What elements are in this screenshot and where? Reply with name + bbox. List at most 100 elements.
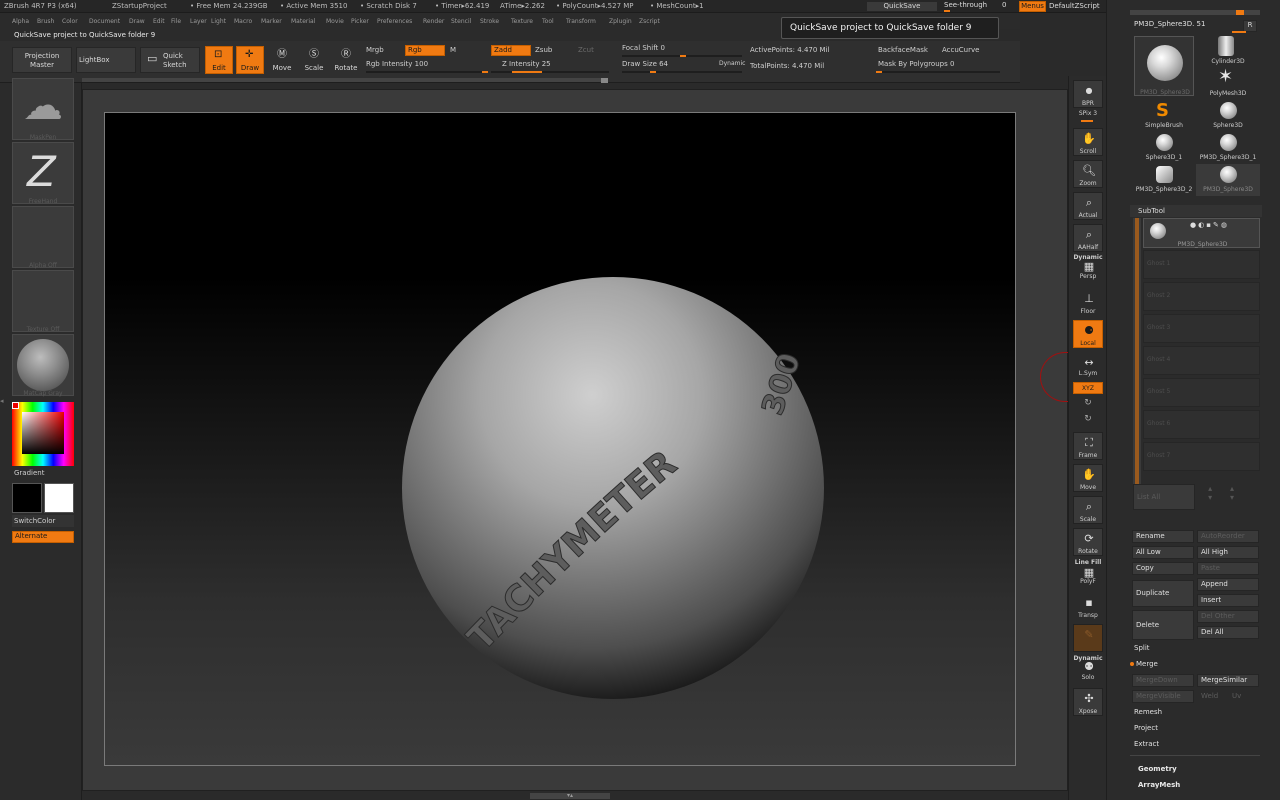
color-picker[interactable] — [12, 402, 74, 466]
zsub-button[interactable]: Zsub — [535, 46, 552, 54]
lightbox-button[interactable]: LightBox — [76, 47, 136, 73]
menu-tool[interactable]: Tool — [542, 18, 554, 25]
menu-movie[interactable]: Movie — [326, 18, 344, 25]
tool-tile-simplebrush[interactable]: S SimpleBrush — [1132, 100, 1196, 132]
draw-button[interactable]: ✛ Draw — [236, 46, 264, 74]
uv-button[interactable]: Uv — [1228, 690, 1258, 703]
all-high-button[interactable]: All High — [1197, 546, 1259, 559]
frame-button[interactable]: ⛶ Frame — [1073, 432, 1103, 460]
bottom-collapse-icon[interactable]: ▾▴ — [530, 793, 610, 799]
solo-button[interactable]: ⚉ Solo — [1073, 660, 1103, 682]
menu-macro[interactable]: Macro — [234, 18, 252, 25]
tool-tile-sphere3d-1[interactable]: Sphere3D_1 — [1132, 132, 1196, 164]
main-color-swatch[interactable] — [12, 483, 42, 513]
menu-material[interactable]: Material — [291, 18, 315, 25]
edit-button[interactable]: ⊡ Edit — [205, 46, 233, 74]
subtool-slot[interactable]: Ghost 6 — [1143, 410, 1260, 439]
project-button[interactable]: Project — [1130, 722, 1260, 735]
extract-button[interactable]: Extract — [1130, 738, 1260, 751]
rotate-z-icon[interactable]: ↻ — [1069, 414, 1107, 424]
z-intensity-slider[interactable]: Z Intensity 25 — [502, 60, 551, 68]
subtool-slot[interactable]: Ghost 2 — [1143, 282, 1260, 311]
paste-button[interactable]: Paste — [1197, 562, 1259, 575]
menu-document[interactable]: Document — [89, 18, 120, 25]
spix-slider[interactable]: SPix 3 — [1069, 110, 1107, 117]
quicksave-button[interactable]: QuickSave — [866, 1, 938, 12]
zcut-button[interactable]: Zcut — [578, 46, 594, 54]
del-all-button[interactable]: Del All — [1197, 626, 1259, 639]
rgb-intensity-slider[interactable]: Rgb Intensity 100 — [366, 60, 428, 68]
floor-button[interactable]: ⊥ Floor — [1073, 288, 1103, 316]
subtool-slot[interactable]: Ghost 1 — [1143, 250, 1260, 279]
menu-draw[interactable]: Draw — [129, 18, 145, 25]
color-square[interactable] — [22, 412, 64, 454]
zadd-button[interactable]: Zadd — [491, 45, 531, 56]
geometry-section[interactable]: Geometry — [1138, 765, 1177, 773]
rgb-button[interactable]: Rgb — [405, 45, 445, 56]
scroll-button[interactable]: ✋ Scroll — [1073, 128, 1103, 156]
mask-by-polygroups-slider[interactable]: Mask By Polygroups 0 — [878, 60, 954, 68]
alpha-selector[interactable] — [12, 206, 74, 268]
all-low-button[interactable]: All Low — [1132, 546, 1194, 559]
aahalf-button[interactable]: ⌕ AAHalf — [1073, 224, 1103, 252]
arraymesh-section[interactable]: ArrayMesh — [1138, 781, 1180, 789]
viewport-canvas[interactable]: TACHYMETER 300 — [104, 112, 1016, 766]
toolbar-scroll-handle[interactable] — [601, 78, 608, 83]
rename-button[interactable]: Rename — [1132, 530, 1194, 543]
focal-shift-slider[interactable]: Focal Shift 0 — [622, 44, 665, 52]
tool-tile-active[interactable]: PM3D_Sphere3D — [1134, 36, 1194, 96]
tool-tile-pm3d-sphere3d-2[interactable]: PM3D_Sphere3D_2 — [1132, 164, 1196, 196]
switch-color-button[interactable]: SwitchColor — [12, 515, 74, 527]
remesh-button[interactable]: Remesh — [1130, 706, 1260, 719]
default-zscript-button[interactable]: DefaultZScript — [1049, 2, 1100, 10]
see-through-slider[interactable]: See-through 0 — [944, 1, 1014, 12]
sphere-model[interactable]: TACHYMETER 300 — [105, 113, 1016, 766]
ghost-button[interactable]: ✎ — [1073, 624, 1103, 652]
brush-selector[interactable]: ☁ — [12, 78, 74, 140]
mergedown-button[interactable]: MergeDown — [1132, 674, 1194, 687]
menu-layer[interactable]: Layer — [190, 18, 207, 25]
quick-sketch-button[interactable]: ▭ Quick Sketch — [140, 47, 200, 73]
xpose-button[interactable]: ✣ Xpose — [1073, 688, 1103, 716]
subtool-arrows-icon[interactable]: ▴ ▴ ▾ ▾ — [1198, 484, 1260, 510]
local-button[interactable]: ⚈ Local — [1073, 320, 1103, 348]
toolbar-scroll-track[interactable] — [82, 78, 608, 82]
alternate-button[interactable]: Alternate — [12, 531, 74, 543]
menu-stencil[interactable]: Stencil — [451, 18, 471, 25]
menu-transform[interactable]: Transform — [566, 18, 596, 25]
mrgb-button[interactable]: Mrgb — [366, 46, 384, 54]
rotate-y-icon[interactable]: ↻ — [1069, 398, 1107, 408]
transp-button[interactable]: ▪ Transp — [1073, 592, 1103, 620]
rotate-view-button[interactable]: ⟳ Rotate — [1073, 528, 1103, 556]
subtool-active-slot[interactable]: ●◐▪✎◍ PM3D_Sphere3D — [1143, 218, 1260, 248]
rotate-button[interactable]: Ⓡ Rotate — [332, 46, 360, 74]
tool-tile-pm3d-sphere3d-current[interactable]: PM3D_Sphere3D — [1196, 164, 1260, 196]
subtool-slot[interactable]: Ghost 3 — [1143, 314, 1260, 343]
list-all-button[interactable]: List All — [1133, 484, 1195, 510]
gradient-toggle[interactable]: Gradient — [14, 469, 44, 477]
texture-selector[interactable] — [12, 270, 74, 332]
projection-master-button[interactable]: Projection Master — [12, 47, 72, 73]
material-selector[interactable] — [12, 334, 74, 396]
xyz-button[interactable]: XYZ — [1073, 382, 1103, 394]
menu-picker[interactable]: Picker — [351, 18, 369, 25]
tool-tile-polymesh[interactable]: ✶ PolyMesh3D — [1196, 66, 1260, 100]
mergesimilar-button[interactable]: MergeSimilar — [1197, 674, 1259, 687]
menu-marker[interactable]: Marker — [261, 18, 282, 25]
menu-light[interactable]: Light — [211, 18, 226, 25]
split-button[interactable]: Split — [1130, 642, 1260, 655]
subtool-slot[interactable]: Ghost 4 — [1143, 346, 1260, 375]
draw-size-slider[interactable]: Draw Size 64 — [622, 60, 668, 68]
menu-file[interactable]: File — [171, 18, 181, 25]
move-button[interactable]: Ⓜ Move — [268, 46, 296, 74]
secondary-color-swatch[interactable] — [44, 483, 74, 513]
stroke-selector[interactable]: Z — [12, 142, 74, 204]
menus-button[interactable]: Menus — [1019, 1, 1046, 12]
menu-color[interactable]: Color — [62, 18, 78, 25]
zoom-button[interactable]: 🔍︎ Zoom — [1073, 160, 1103, 188]
menu-zscript[interactable]: Zscript — [639, 18, 660, 25]
tool-tile-pm3d-sphere3d-1[interactable]: PM3D_Sphere3D_1 — [1196, 132, 1260, 164]
subtool-slot[interactable]: Ghost 5 — [1143, 378, 1260, 407]
polyf-button[interactable]: ▦ PolyF — [1073, 566, 1103, 586]
menu-preferences[interactable]: Preferences — [377, 18, 412, 25]
